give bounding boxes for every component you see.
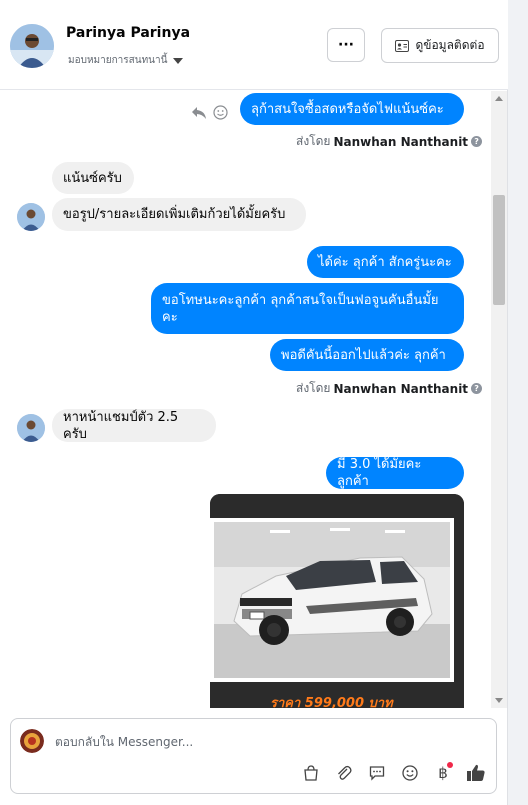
- sent-by-author[interactable]: Nanwhan Nanthanit: [333, 382, 468, 396]
- emoji-icon[interactable]: [400, 763, 420, 783]
- scroll-thumb[interactable]: [493, 195, 505, 305]
- thread-scrollbar[interactable]: [491, 91, 507, 708]
- notification-dot: [447, 762, 453, 768]
- conversation-panel: Parinya Parinya มอบหมายการสนทนานี้ ··· ด…: [0, 0, 508, 805]
- car-photo-attachment[interactable]: ราคา 599,000 บาท: [210, 494, 464, 708]
- contact-avatar[interactable]: [10, 24, 54, 68]
- scroll-down-arrow-icon[interactable]: [495, 698, 503, 703]
- reply-icon[interactable]: [191, 106, 207, 120]
- assign-label: มอบหมายการสนทนานี้: [68, 55, 168, 66]
- sender-avatar: [17, 414, 45, 442]
- ellipsis-icon: ···: [338, 37, 354, 53]
- reply-input[interactable]: [55, 732, 455, 752]
- saved-reply-icon[interactable]: [367, 763, 387, 783]
- baht-icon[interactable]: ฿: [433, 762, 453, 783]
- help-icon[interactable]: ?: [471, 383, 483, 394]
- contact-card-icon: [395, 39, 410, 52]
- page-avatar: [20, 729, 44, 753]
- help-icon[interactable]: ?: [471, 136, 483, 147]
- sender-avatar: [17, 203, 45, 231]
- assign-conversation-dropdown[interactable]: มอบหมายการสนทนานี้: [68, 53, 184, 68]
- composer-toolbar: ฿: [301, 762, 486, 783]
- bag-icon[interactable]: [301, 763, 321, 783]
- conversation-header: Parinya Parinya มอบหมายการสนทนานี้ ··· ด…: [0, 0, 508, 90]
- sent-by-author[interactable]: Nanwhan Nanthanit: [333, 135, 468, 149]
- sent-by-label: ส่งโดย Nanwhan Nanthanit ?: [296, 379, 483, 398]
- caret-down-icon: [173, 57, 184, 64]
- view-contact-label: ดูข้อมูลติดต่อ: [415, 38, 485, 52]
- more-options-button[interactable]: ···: [327, 28, 365, 62]
- reply-composer: ฿: [10, 718, 497, 794]
- message-bubble-outgoing[interactable]: ได้ค่ะ ลุกค้า สักครู่นะคะ: [307, 246, 464, 278]
- price-text: ราคา 599,000 บาท: [270, 696, 393, 708]
- message-bubble-incoming[interactable]: หาหน้าแชมป์ตัว 2.5 ครับ: [52, 409, 216, 442]
- message-thread: ลุก้าสนใจซื้อสดหรือจัดไฟแน้นซ์คะ ส่งโดย …: [0, 91, 490, 708]
- message-bubble-incoming[interactable]: ขอรูป/รายละเอียดเพิ่มเติมก้วยได้มั้ยครับ: [52, 198, 306, 231]
- message-actions: [191, 105, 228, 120]
- emoji-react-icon[interactable]: [213, 105, 228, 120]
- contact-name[interactable]: Parinya Parinya: [66, 25, 190, 41]
- scroll-up-arrow-icon[interactable]: [495, 96, 503, 101]
- sent-by-prefix: ส่งโดย: [296, 134, 331, 148]
- message-bubble-outgoing[interactable]: ขอโทษนะคะลูกค้า ลุกค้าสนใจเป็นฟอจูนคันอื…: [151, 283, 464, 334]
- sent-by-prefix: ส่งโดย: [296, 381, 331, 395]
- sent-by-label: ส่งโดย Nanwhan Nanthanit ?: [296, 132, 483, 151]
- paperclip-icon[interactable]: [334, 763, 354, 783]
- baht-symbol: ฿: [438, 764, 448, 782]
- message-bubble-outgoing[interactable]: พอดีคันนี้ออกไปแล้วค่ะ ลุกค้า: [270, 339, 464, 371]
- message-bubble-incoming[interactable]: แน้นซ์ครับ: [52, 162, 134, 194]
- message-bubble-outgoing[interactable]: มี 3.0 ได้มั้ยคะลูกค้า: [326, 457, 464, 489]
- message-bubble-outgoing[interactable]: ลุก้าสนใจซื้อสดหรือจัดไฟแน้นซ์คะ: [240, 93, 464, 125]
- view-contact-button[interactable]: ดูข้อมูลติดต่อ: [381, 28, 499, 63]
- like-icon[interactable]: [466, 763, 486, 783]
